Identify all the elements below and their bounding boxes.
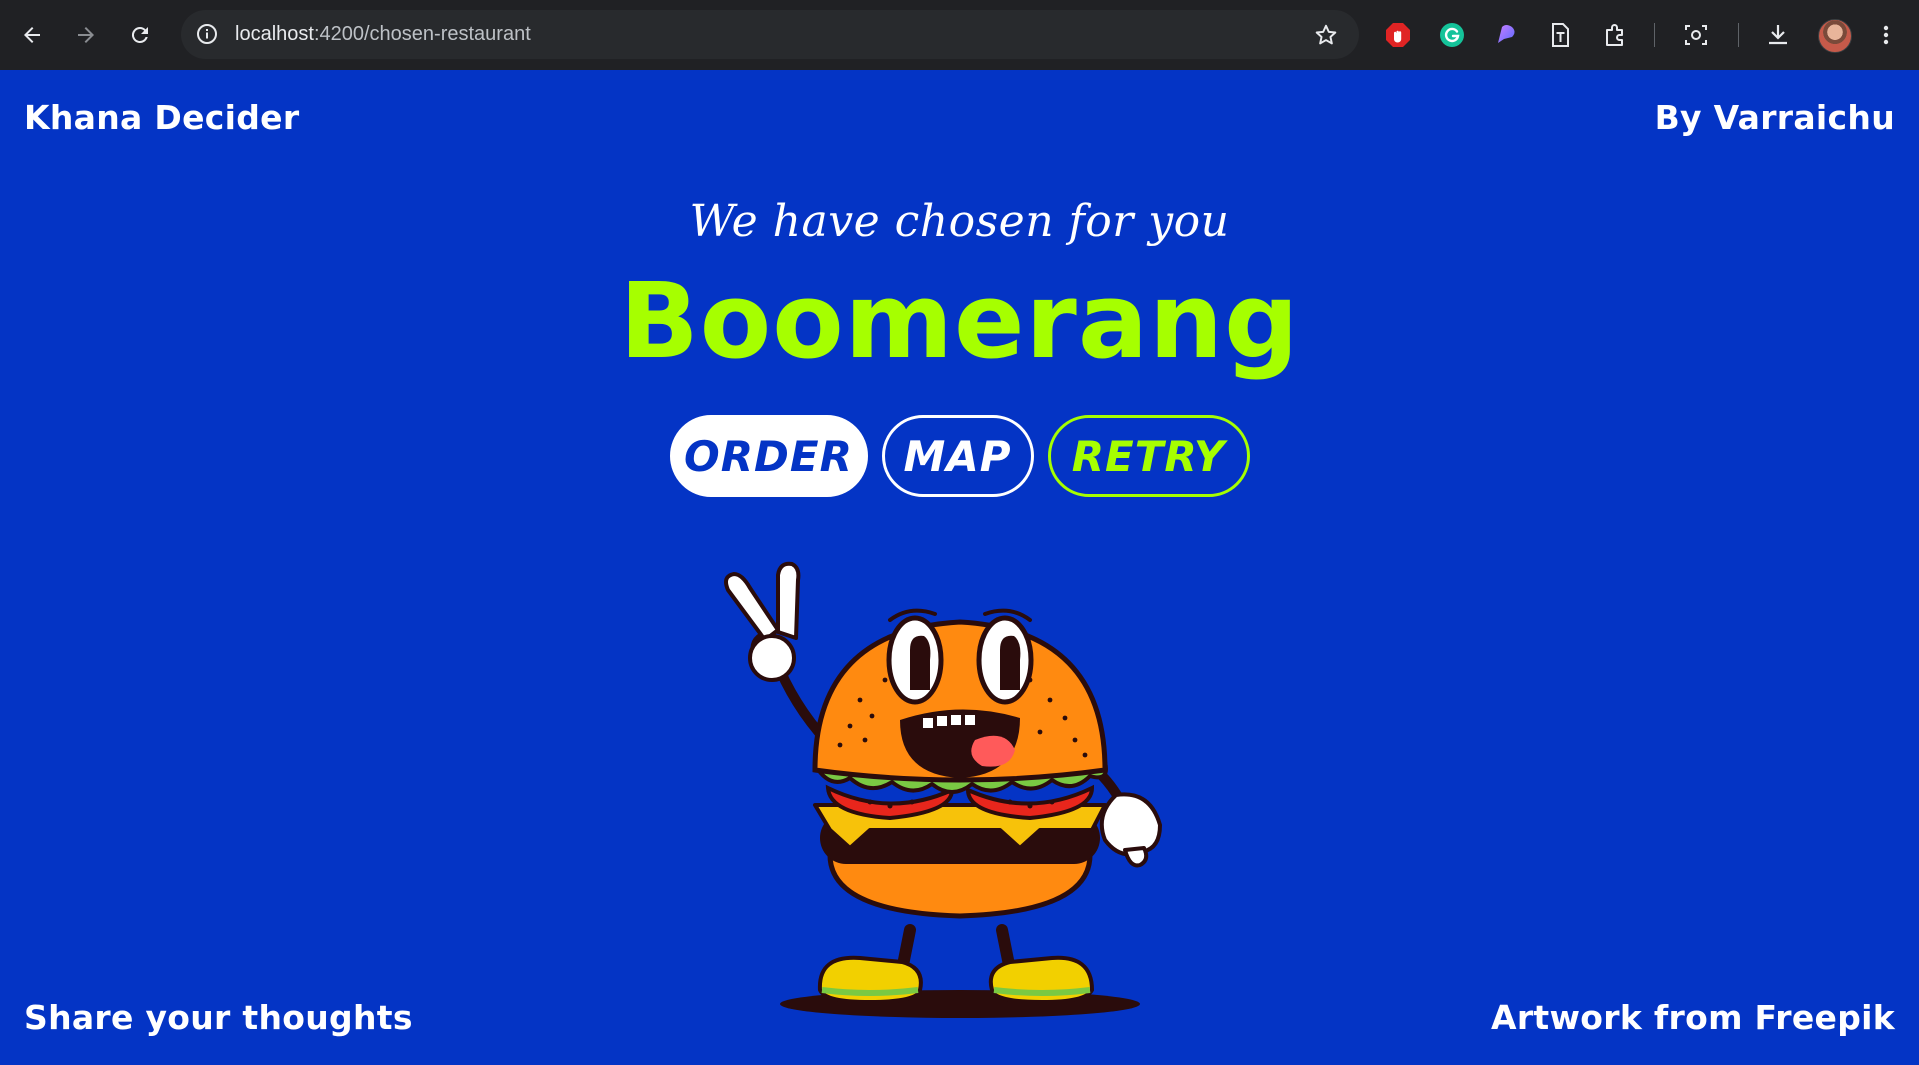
restaurant-name: Boomerang <box>619 260 1300 382</box>
grammarly-extension-icon[interactable] <box>1438 21 1466 49</box>
arrow-right-icon <box>78 27 94 43</box>
back-button[interactable] <box>14 17 50 53</box>
reload-icon <box>131 26 148 43</box>
toolbar-divider <box>1654 23 1655 47</box>
menu-kebab-icon[interactable] <box>1872 21 1900 49</box>
chosen-subtitle: We have chosen for you <box>689 196 1230 247</box>
map-button[interactable]: MAP <box>881 415 1034 497</box>
burger-mascot-illustration <box>724 561 1162 1018</box>
arrow-left-icon <box>24 27 40 43</box>
screenshot-lens-icon[interactable] <box>1682 21 1710 49</box>
extensions-puzzle-icon[interactable] <box>1602 21 1630 49</box>
order-button[interactable]: ORDER <box>669 415 868 497</box>
address-bar[interactable]: localhost:4200/chosen-restaurant <box>181 10 1359 59</box>
ai-assistant-extension-icon[interactable] <box>1492 21 1520 49</box>
url-path: :4200/chosen-restaurant <box>313 23 531 45</box>
forward-button[interactable] <box>68 17 104 53</box>
app-title[interactable]: Khana Decider <box>24 98 299 137</box>
text-extension-icon[interactable] <box>1546 21 1574 49</box>
reload-button[interactable] <box>122 17 158 53</box>
author-credit[interactable]: By Varraichu <box>1655 98 1895 137</box>
url-text[interactable]: localhost:4200/chosen-restaurant <box>235 10 531 59</box>
profile-avatar[interactable] <box>1818 19 1852 53</box>
retry-button[interactable]: RETRY <box>1047 415 1250 497</box>
browser-toolbar: localhost:4200/chosen-restaurant <box>0 0 1919 70</box>
bookmark-star-icon[interactable] <box>1313 22 1339 48</box>
action-buttons: ORDER MAP RETRY <box>0 415 1919 497</box>
adblock-extension-icon[interactable] <box>1384 21 1412 49</box>
share-thoughts-link[interactable]: Share your thoughts <box>24 998 413 1037</box>
url-host: localhost <box>235 23 314 45</box>
page-content: Khana Decider By Varraichu We have chose… <box>0 70 1919 1065</box>
site-info-icon[interactable] <box>195 22 219 46</box>
artwork-credit-link[interactable]: Artwork from Freepik <box>1491 998 1895 1037</box>
toolbar-divider <box>1738 23 1739 47</box>
downloads-icon[interactable] <box>1764 21 1792 49</box>
